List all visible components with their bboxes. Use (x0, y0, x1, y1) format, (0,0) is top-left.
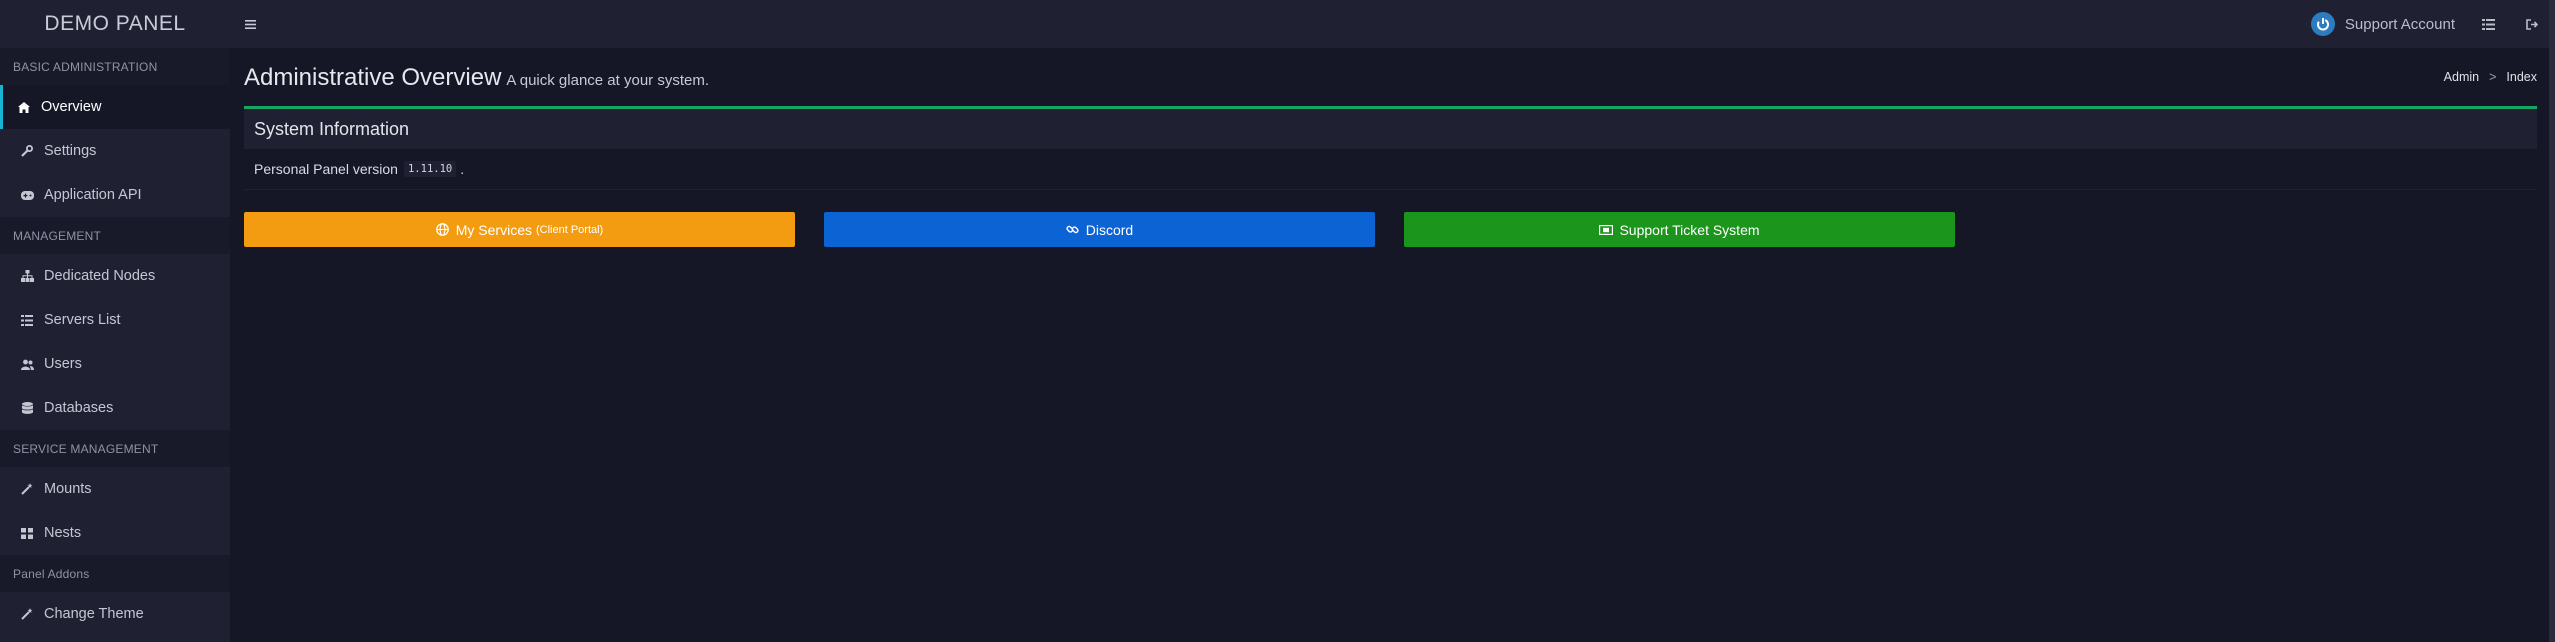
support-ticket-label: Support Ticket System (1619, 221, 1760, 238)
sidebar-item-label: Mounts (44, 481, 92, 497)
sidebar-item-label: Settings (44, 143, 97, 159)
page-header: Administrative Overview A quick glance a… (244, 64, 709, 92)
discord-button[interactable]: Discord (824, 212, 1375, 247)
wrench-icon (20, 144, 34, 158)
sidebar-item-label: Change Theme (44, 606, 144, 622)
globe-icon (436, 223, 450, 237)
server-list-icon (20, 313, 34, 327)
link-icon (1066, 223, 1080, 237)
sidebar-item-settings[interactable]: Settings (0, 129, 230, 173)
grid-icon (20, 526, 34, 540)
discord-label: Discord (1085, 221, 1134, 238)
sidebar-item-label: Nests (44, 525, 82, 541)
sidebar-item-servers-list[interactable]: Servers List (0, 298, 230, 342)
page-subtitle: A quick glance at your system. (506, 72, 710, 89)
sign-out-icon[interactable] (2521, 13, 2543, 35)
sidebar-item-application-api[interactable]: Application API (0, 173, 230, 217)
hamburger-icon[interactable] (239, 12, 261, 36)
scrollbar[interactable] (2549, 0, 2555, 642)
sidebar: BASIC ADMINISTRATION Overview Settings A… (0, 48, 230, 642)
support-ticket-button[interactable]: Support Ticket System (1404, 212, 1955, 247)
breadcrumb: Admin > Index (2444, 70, 2537, 84)
users-icon (20, 357, 34, 371)
top-navbar: DEMO PANEL Support Account (0, 0, 2555, 48)
box-title: System Information (244, 109, 2537, 149)
sidebar-header-service-management: SERVICE MANAGEMENT (0, 430, 230, 467)
page-title: Administrative Overview (244, 64, 502, 91)
sidebar-item-users[interactable]: Users (0, 342, 230, 386)
sidebar-item-label: Dedicated Nodes (44, 268, 156, 284)
sidebar-item-label: Databases (44, 400, 114, 416)
gamepad-icon (20, 188, 34, 202)
database-icon (20, 401, 34, 415)
sidebar-item-label: Application API (44, 187, 142, 203)
breadcrumb-index: Index (2506, 70, 2537, 84)
list-icon[interactable] (2477, 13, 2499, 35)
box-body: Personal Panel version 1.11.10 . (244, 149, 2537, 190)
user-account-menu[interactable]: Support Account (2310, 12, 2455, 36)
sidebar-header-management: MANAGEMENT (0, 217, 230, 254)
breadcrumb-separator: > (2489, 70, 2497, 84)
sidebar-item-nests[interactable]: Nests (0, 511, 230, 555)
my-services-label: My Services (455, 221, 532, 238)
client-portal-label: (Client Portal) (535, 223, 604, 236)
version-code: 1.11.10 (403, 161, 457, 177)
sidebar-item-label: Overview (41, 99, 102, 115)
sitemap-icon (20, 269, 34, 283)
sidebar-item-label: Servers List (44, 312, 121, 328)
system-information-box: System Information Personal Panel versio… (244, 106, 2537, 194)
sidebar-item-dedicated-nodes[interactable]: Dedicated Nodes (0, 254, 230, 298)
sidebar-item-label: Users (44, 356, 82, 372)
magic-wand-icon (20, 607, 34, 621)
ticket-icon (1599, 223, 1614, 237)
brand-logo[interactable]: DEMO PANEL (0, 0, 230, 48)
user-name: Support Account (2344, 15, 2455, 33)
sidebar-item-databases[interactable]: Databases (0, 386, 230, 430)
breadcrumb-admin[interactable]: Admin (2444, 70, 2479, 84)
version-trailing: . (460, 161, 465, 177)
sidebar-item-change-theme[interactable]: Change Theme (0, 592, 230, 636)
my-services-button[interactable]: My Services (Client Portal) (244, 212, 795, 247)
sidebar-header-panel-addons: Panel Addons (0, 555, 230, 592)
sidebar-header-basic-administration: BASIC ADMINISTRATION (0, 48, 230, 85)
version-text: Personal Panel version (254, 161, 398, 177)
main-content: Administrative Overview A quick glance a… (230, 48, 2555, 642)
magic-wand-icon (20, 482, 34, 496)
power-icon (2310, 12, 2335, 36)
sidebar-item-mounts[interactable]: Mounts (0, 467, 230, 511)
home-icon (17, 100, 31, 114)
sidebar-item-overview[interactable]: Overview (0, 85, 230, 129)
